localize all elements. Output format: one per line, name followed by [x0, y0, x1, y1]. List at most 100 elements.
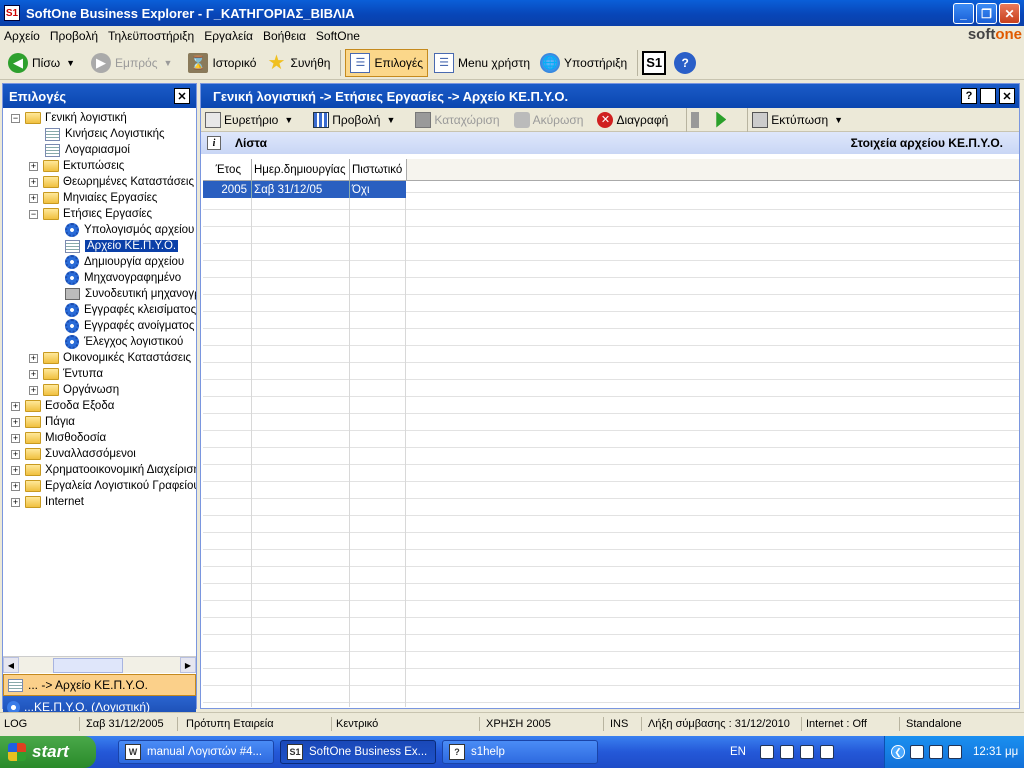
- view-dropdown-icon[interactable]: ▼: [386, 115, 395, 125]
- tree-horizontal-scrollbar[interactable]: ◀ ▶: [3, 656, 196, 673]
- help-icon[interactable]: ?: [674, 51, 697, 74]
- tree-item-file-creation[interactable]: Δημιουργία αρχείου: [65, 254, 184, 270]
- language-indicator[interactable]: EN: [730, 746, 760, 758]
- history-button[interactable]: ⌛ Ιστορικό: [184, 49, 260, 77]
- tree-item-file-calculation[interactable]: Υπολογισμός αρχείου: [65, 222, 194, 238]
- usb-icon[interactable]: [929, 745, 943, 759]
- options-panel-header: Επιλογές ✕: [3, 84, 196, 108]
- menu-help[interactable]: Βοήθεια: [263, 29, 306, 43]
- clock[interactable]: 12:31 μμ: [973, 746, 1018, 758]
- forward-button[interactable]: ▶ Εμπρός ▼: [87, 49, 182, 77]
- network-icon[interactable]: [820, 745, 834, 759]
- column-header-year[interactable]: Έτος: [203, 159, 252, 181]
- options-panel: Επιλογές ✕ − Γενική λογιστική Κινήσεις Λο…: [2, 83, 197, 718]
- window-titlebar[interactable]: S1 SoftOne Business Explorer - Γ_ΚΑΤΗΓΟΡ…: [0, 0, 1024, 26]
- app-icon: S1: [4, 5, 20, 21]
- tree-item-accounts[interactable]: Λογαριασμοί: [45, 142, 130, 158]
- column-separator: [349, 159, 350, 707]
- menu-tools[interactable]: Εργαλεία: [204, 29, 253, 43]
- security-icon[interactable]: [910, 745, 924, 759]
- tree-item-general-accounting[interactable]: − Γενική λογιστική: [11, 110, 127, 126]
- browse-dropdown-icon[interactable]: ▼: [284, 115, 293, 125]
- menu-file[interactable]: Αρχείο: [4, 29, 40, 43]
- tree-item-computerized[interactable]: Μηχανογραφημένο: [65, 270, 181, 286]
- table-row[interactable]: 2005 Σαβ 31/12/05 Όχι: [203, 181, 406, 198]
- delete-button[interactable]: ✕ Διαγραφή: [597, 111, 668, 128]
- tree-item-closing-entries[interactable]: Εγγραφές κλεισίματος: [65, 302, 196, 318]
- keyboard-icon[interactable]: [780, 745, 794, 759]
- tree-item-financial-statements[interactable]: + Οικονομικές Καταστάσεις: [29, 350, 191, 366]
- toolbar-separator: [637, 49, 639, 76]
- favorites-button[interactable]: ★ Συνήθη: [262, 49, 334, 77]
- save-button[interactable]: Καταχώριση: [415, 111, 500, 128]
- user-menu-button[interactable]: ☰ Menu χρήστη: [430, 49, 534, 77]
- tree-item-accounting-check[interactable]: Έλεγχος λογιστικού: [65, 334, 183, 350]
- s1-button[interactable]: S1: [642, 50, 667, 75]
- tree-item-kepyo-file[interactable]: Αρχείο ΚΕ.Π.Υ.Ο.: [65, 238, 179, 254]
- tree-item-certified-statements[interactable]: + Θεωρημένες Καταστάσεις: [29, 174, 194, 190]
- status-mode: Standalone: [906, 718, 962, 730]
- records-grid[interactable]: Έτος Ημερ.δημιουργίας Πιστωτικό 2005 Σαβ…: [203, 159, 1019, 707]
- tree-item-income-expenses[interactable]: + Εσοδα Εξοδα: [11, 398, 114, 414]
- forward-dropdown-icon[interactable]: ▼: [164, 58, 173, 68]
- menu-remote-support[interactable]: Τηλεϋποστήριξη: [108, 29, 194, 43]
- tree-item-annual-tasks[interactable]: − Ετήσιες Εργασίες: [29, 206, 152, 222]
- close-panel-icon[interactable]: ✕: [174, 88, 190, 104]
- tree-item-payroll[interactable]: + Μισθοδοσία: [11, 430, 106, 446]
- browse-icon: [205, 111, 221, 128]
- breadcrumb: Γενική λογιστική -> Ετήσιες Εργασίες -> …: [213, 88, 569, 104]
- info-icon[interactable]: i: [207, 136, 221, 150]
- menu-view[interactable]: Προβολή: [50, 29, 98, 43]
- back-dropdown-icon[interactable]: ▼: [66, 58, 75, 68]
- navigation-tree: − Γενική λογιστική Κινήσεις Λογιστικής Λο…: [3, 110, 196, 656]
- toolbar-separator: [686, 106, 688, 133]
- close-panel-icon[interactable]: ✕: [999, 88, 1015, 104]
- help-panel-icon[interactable]: ?: [961, 88, 977, 104]
- volume-icon[interactable]: [948, 745, 962, 759]
- column-header-created[interactable]: Ημερ.δημιουργίας: [252, 159, 350, 181]
- view-button[interactable]: Προβολή ▼: [313, 111, 401, 128]
- tree-item-monthly-tasks[interactable]: + Μηνιαίες Εργασίες: [29, 190, 157, 206]
- taskbar-item-s1help[interactable]: ? s1help: [442, 740, 598, 764]
- help-tray-icon[interactable]: [800, 745, 814, 759]
- column-header-credit[interactable]: Πιστωτικό: [350, 159, 407, 181]
- taskbar-item-softone[interactable]: S1 SoftOne Business Ex...: [280, 740, 436, 764]
- tree-item-prints[interactable]: + Εκτυπώσεις: [29, 158, 124, 174]
- tree-item-internet[interactable]: + Internet: [11, 494, 84, 510]
- browse-button[interactable]: Ευρετήριο ▼: [205, 111, 299, 128]
- scroll-right-icon[interactable]: ▶: [180, 657, 196, 673]
- cancel-button[interactable]: Ακύρωση: [513, 111, 583, 128]
- tree-item-accounting-movements[interactable]: Κινήσεις Λογιστικής: [45, 126, 165, 142]
- scroll-left-icon[interactable]: ◀: [3, 657, 19, 673]
- support-button[interactable]: 🌐 Υποστήριξη: [536, 49, 631, 77]
- folder-icon: [25, 480, 41, 492]
- tree-item-opening-entries[interactable]: Εγγραφές ανοίγματος: [65, 318, 194, 334]
- star-icon: ★: [267, 52, 286, 74]
- tree-item-financial-management[interactable]: + Χρηματοοικονομική Διαχείριση: [11, 462, 196, 478]
- print-button[interactable]: Εκτύπωση ▼: [752, 111, 849, 128]
- tree-item-customers[interactable]: + Συναλλασσόμενοι: [11, 446, 136, 462]
- back-button[interactable]: ◀ Πίσω ▼: [4, 49, 85, 77]
- tree-item-office-tools[interactable]: + Εργαλεία Λογιστικού Γραφείου: [11, 478, 196, 494]
- gear-icon: [65, 255, 79, 269]
- tree-item-accompanying[interactable]: Συνοδευτική μηχανογραφημένου: [65, 286, 196, 302]
- print-dropdown-icon[interactable]: ▼: [834, 115, 843, 125]
- tree-item-forms[interactable]: + Έντυπα: [29, 366, 103, 382]
- pen-icon[interactable]: [760, 745, 774, 759]
- scroll-thumb[interactable]: [53, 657, 123, 673]
- menu-softone[interactable]: SoftOne: [316, 29, 360, 43]
- close-button[interactable]: ✕: [999, 3, 1020, 24]
- tree-item-organization[interactable]: + Οργάνωση: [29, 382, 119, 398]
- recent-item-kepyo-file[interactable]: ... -> Αρχείο ΚΕ.Π.Υ.Ο.: [3, 674, 196, 696]
- restore-button[interactable]: ❐: [976, 3, 997, 24]
- start-button[interactable]: start: [0, 736, 96, 768]
- taskbar-item-manual[interactable]: W manual Λογιστών #4...: [118, 740, 274, 764]
- tree-item-fixed-assets[interactable]: + Πάγια: [11, 414, 75, 430]
- attach-button[interactable]: [691, 111, 702, 128]
- maximize-panel-icon[interactable]: [980, 88, 996, 104]
- flag-button[interactable]: [716, 111, 729, 128]
- softone-logo: softone: [967, 26, 1022, 43]
- minimize-button[interactable]: _: [953, 3, 974, 24]
- options-button[interactable]: ☰ Επιλογές: [345, 48, 429, 77]
- show-hidden-icons-icon[interactable]: ❮: [891, 745, 905, 759]
